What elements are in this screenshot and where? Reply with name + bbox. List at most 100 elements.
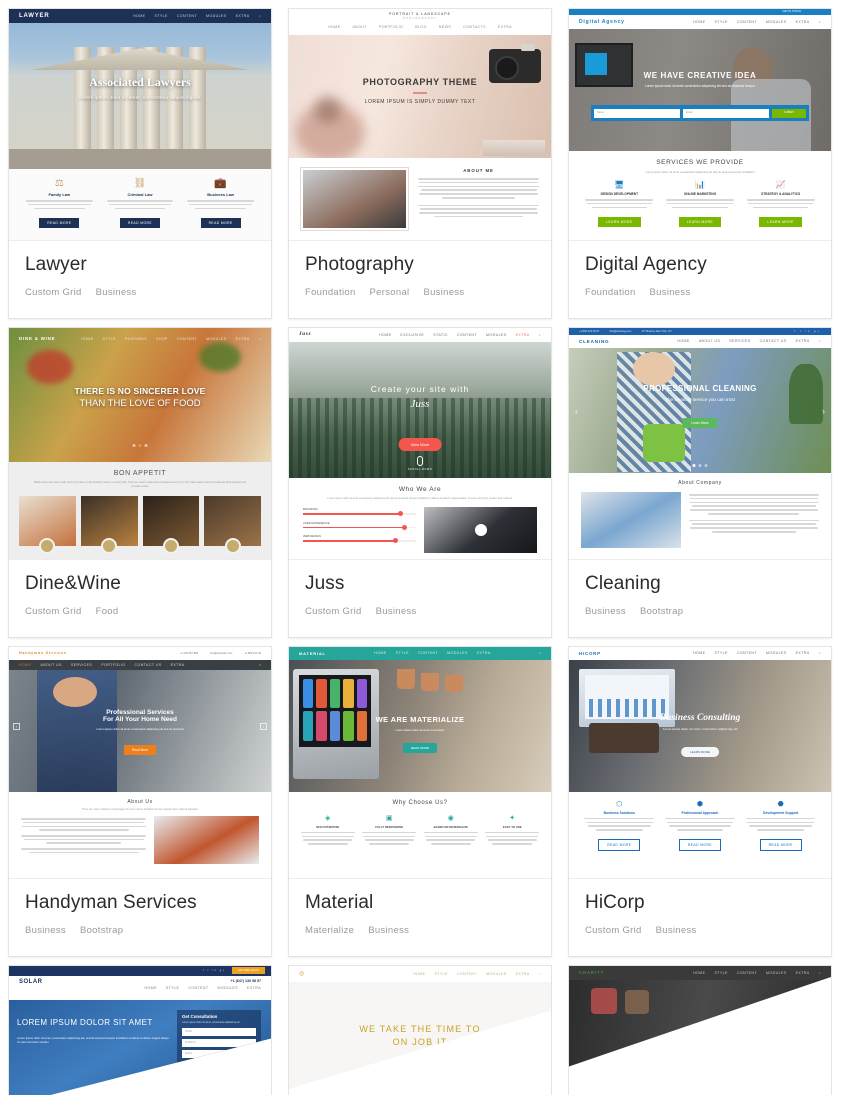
template-card-photography[interactable]: PORTRAIT & LANDSCAPE PHOTOGRAPHY HOME AB… <box>280 0 560 319</box>
preview-form-field[interactable]: COMMENT <box>182 1060 256 1081</box>
card-tag[interactable]: Materialize <box>305 925 354 936</box>
search-icon[interactable]: ⌕ <box>259 663 261 667</box>
card-tag[interactable]: Custom Grid <box>25 287 82 298</box>
template-card-digital-agency[interactable]: GET IN TOUCH Digital Agency HOME STYLE C… <box>560 0 840 319</box>
card-tag[interactable]: Bootstrap <box>640 606 683 617</box>
template-card-charity[interactable]: CHARITY HOME STYLE CONTENT MODULES EXTRA… <box>560 957 840 1095</box>
card-tag[interactable]: Business <box>650 287 691 298</box>
card-title: Lawyer <box>25 254 87 275</box>
preview-nav-item: HOME <box>19 662 32 667</box>
carousel-dots[interactable] <box>692 463 708 467</box>
preview-feature-button[interactable]: READ MORE <box>119 218 161 229</box>
preview-feature-button[interactable]: READ MORE <box>598 838 641 851</box>
template-card-juss[interactable]: Juss HOME EXCLUSIVE STATIC CONTENT MODUL… <box>280 319 560 638</box>
preview-hero-button[interactable]: View More <box>398 437 442 451</box>
briefcase-icon: 💼 <box>214 178 227 189</box>
preview-skill-label: WEB DESIGN <box>303 534 321 539</box>
card-tag[interactable]: Business <box>423 287 464 298</box>
social-icons[interactable]: f t in g+ <box>203 969 226 972</box>
social-icons[interactable]: f t in g+ <box>794 330 821 333</box>
search-icon[interactable]: ⌕ <box>539 972 541 976</box>
preview-feature: ⛓ Criminal Law READ MORE <box>104 179 177 229</box>
card-tag[interactable]: Business <box>585 606 626 617</box>
card-tag[interactable]: Foundation <box>585 287 636 298</box>
template-card-material[interactable]: MATERIAL HOME STYLE CONTENT MODULES EXTR… <box>280 638 560 957</box>
preview-hero-title: THERE IS NO SINCERER LOVE <box>74 385 206 396</box>
search-icon[interactable]: ⌕ <box>819 971 821 975</box>
card-tag[interactable]: Bootstrap <box>80 925 123 936</box>
chevron-right-icon[interactable]: › <box>822 406 825 416</box>
template-thumbnail-gold[interactable]: ◎ HOME STYLE CONTENT MODULES EXTRA ⌕ WE … <box>289 965 551 1089</box>
preview-hero-subtitle: LOREM IPSUM IS SIMPLY DUMMY TEXT <box>364 98 476 105</box>
template-card-cleaning[interactable]: +1 800 123 45 67 info@cleaning.com 177 B… <box>560 319 840 638</box>
preview-feature-button[interactable]: READ MORE <box>200 218 241 229</box>
card-tag[interactable]: Business <box>96 287 137 298</box>
preview-service-button[interactable]: LEARN MORE <box>598 217 641 228</box>
preview-nav-item: PORTFOLIO <box>378 25 404 29</box>
template-card-hicorp[interactable]: HICORP HOME STYLE CONTENT MODULES EXTRA … <box>560 638 840 957</box>
preview-service-button[interactable]: LEARN MORE <box>678 217 722 228</box>
preview-nav-item: EXTRA <box>515 971 530 976</box>
card-tag[interactable]: Custom Grid <box>25 606 82 617</box>
card-tags: Foundation Business <box>585 287 815 298</box>
card-tag[interactable]: Personal <box>370 287 410 298</box>
template-thumbnail-lawyer[interactable]: LAWYER HOME STYLE CONTENT MODULES EXTRA … <box>9 9 271 241</box>
preview-form-field[interactable]: Email <box>683 108 769 118</box>
template-card-dine-wine[interactable]: DINE & WINE HOME STYLE FEATURES SHOP CON… <box>0 319 280 638</box>
preview-hero-button[interactable]: LEARN MORE <box>681 746 719 757</box>
preview-nav-item: STYLE <box>714 20 728 24</box>
chevron-left-icon[interactable]: ‹ <box>575 406 578 416</box>
card-tag[interactable]: Custom Grid <box>305 606 362 617</box>
card-tag[interactable]: Business <box>368 925 409 936</box>
preview-feature-button[interactable]: READ MORE <box>678 838 722 851</box>
template-thumbnail-material[interactable]: MATERIAL HOME STYLE CONTENT MODULES EXTR… <box>289 646 551 879</box>
chevron-left-icon[interactable]: ‹ <box>13 722 20 730</box>
template-thumbnail-digital-agency[interactable]: GET IN TOUCH Digital Agency HOME STYLE C… <box>569 9 831 241</box>
preview-feature-button[interactable]: READ MORE <box>39 218 80 229</box>
card-title: Handyman Services <box>25 891 197 913</box>
play-button-icon[interactable] <box>474 524 487 537</box>
template-thumbnail-cleaning[interactable]: +1 800 123 45 67 info@cleaning.com 177 B… <box>569 327 831 560</box>
preview-form-field[interactable]: NAME <box>182 1027 256 1036</box>
preview-feature: 💼 Business Law READ MORE <box>184 179 257 229</box>
preview-topbar-button[interactable]: GET FREE QUOTE <box>231 967 265 975</box>
template-thumbnail-hicorp[interactable]: HICORP HOME STYLE CONTENT MODULES EXTRA … <box>569 646 831 879</box>
preview-hero-button[interactable]: READ MORE <box>402 742 438 753</box>
card-tag[interactable]: Custom Grid <box>585 925 642 936</box>
preview-form-field[interactable]: Name <box>594 108 680 118</box>
template-thumbnail-juss[interactable]: Juss HOME EXCLUSIVE STATIC CONTENT MODUL… <box>289 327 551 560</box>
card-tag[interactable]: Foundation <box>305 287 356 298</box>
preview-feature-title: EASY TO USE <box>502 824 522 829</box>
template-thumbnail-handyman-services[interactable]: Handyman Services +1 234 567 890 info@ex… <box>9 646 271 879</box>
preview-form-field[interactable]: SUBJECT <box>182 1038 256 1047</box>
template-thumbnail-dine-wine[interactable]: DINE & WINE HOME STYLE FEATURES SHOP CON… <box>9 327 271 560</box>
template-thumbnail-charity[interactable]: CHARITY HOME STYLE CONTENT MODULES EXTRA… <box>569 965 831 1067</box>
preview-topbar-cta[interactable]: GET IN TOUCH <box>783 10 801 13</box>
preview-logo: MATERIAL <box>299 650 326 656</box>
chevron-right-icon[interactable]: › <box>260 722 267 730</box>
template-card-handyman-services[interactable]: Handyman Services +1 234 567 890 info@ex… <box>0 638 280 957</box>
preview-feature-button[interactable]: READ MORE <box>759 838 802 851</box>
search-icon[interactable]: ⌕ <box>539 651 541 655</box>
card-tag[interactable]: Food <box>96 606 119 617</box>
preview-logo: Digital Agency <box>579 19 625 25</box>
preview-form-submit[interactable]: SUBMIT <box>772 108 806 118</box>
preview-hero-button[interactable]: Read More <box>124 744 156 755</box>
card-tag[interactable]: Business <box>656 925 697 936</box>
preview-hero-title-2: For All Your Home Need <box>103 715 177 723</box>
preview-form-field[interactable]: EMAIL <box>182 1049 256 1058</box>
preview-logo: DINE & WINE <box>19 336 56 342</box>
preview-hero-button[interactable]: Learn More <box>682 417 718 428</box>
preview-nav-item: STYLE <box>165 985 180 990</box>
template-card-solar[interactable]: f t in g+ GET FREE QUOTE SOLAR +1 (647) … <box>0 957 280 1095</box>
template-card-lawyer[interactable]: LAWYER HOME STYLE CONTENT MODULES EXTRA … <box>0 0 280 319</box>
carousel-dots[interactable] <box>132 443 148 447</box>
search-icon[interactable]: ⌕ <box>819 651 821 655</box>
template-card-gold[interactable]: ◎ HOME STYLE CONTENT MODULES EXTRA ⌕ WE … <box>280 957 560 1095</box>
search-icon: ⌕ <box>538 332 541 337</box>
template-thumbnail-photography[interactable]: PORTRAIT & LANDSCAPE PHOTOGRAPHY HOME AB… <box>289 9 551 241</box>
preview-service-button[interactable]: LEARN MORE <box>759 217 802 228</box>
card-tag[interactable]: Business <box>376 606 417 617</box>
card-tag[interactable]: Business <box>25 925 66 936</box>
template-thumbnail-solar[interactable]: f t in g+ GET FREE QUOTE SOLAR +1 (647) … <box>9 965 271 1095</box>
